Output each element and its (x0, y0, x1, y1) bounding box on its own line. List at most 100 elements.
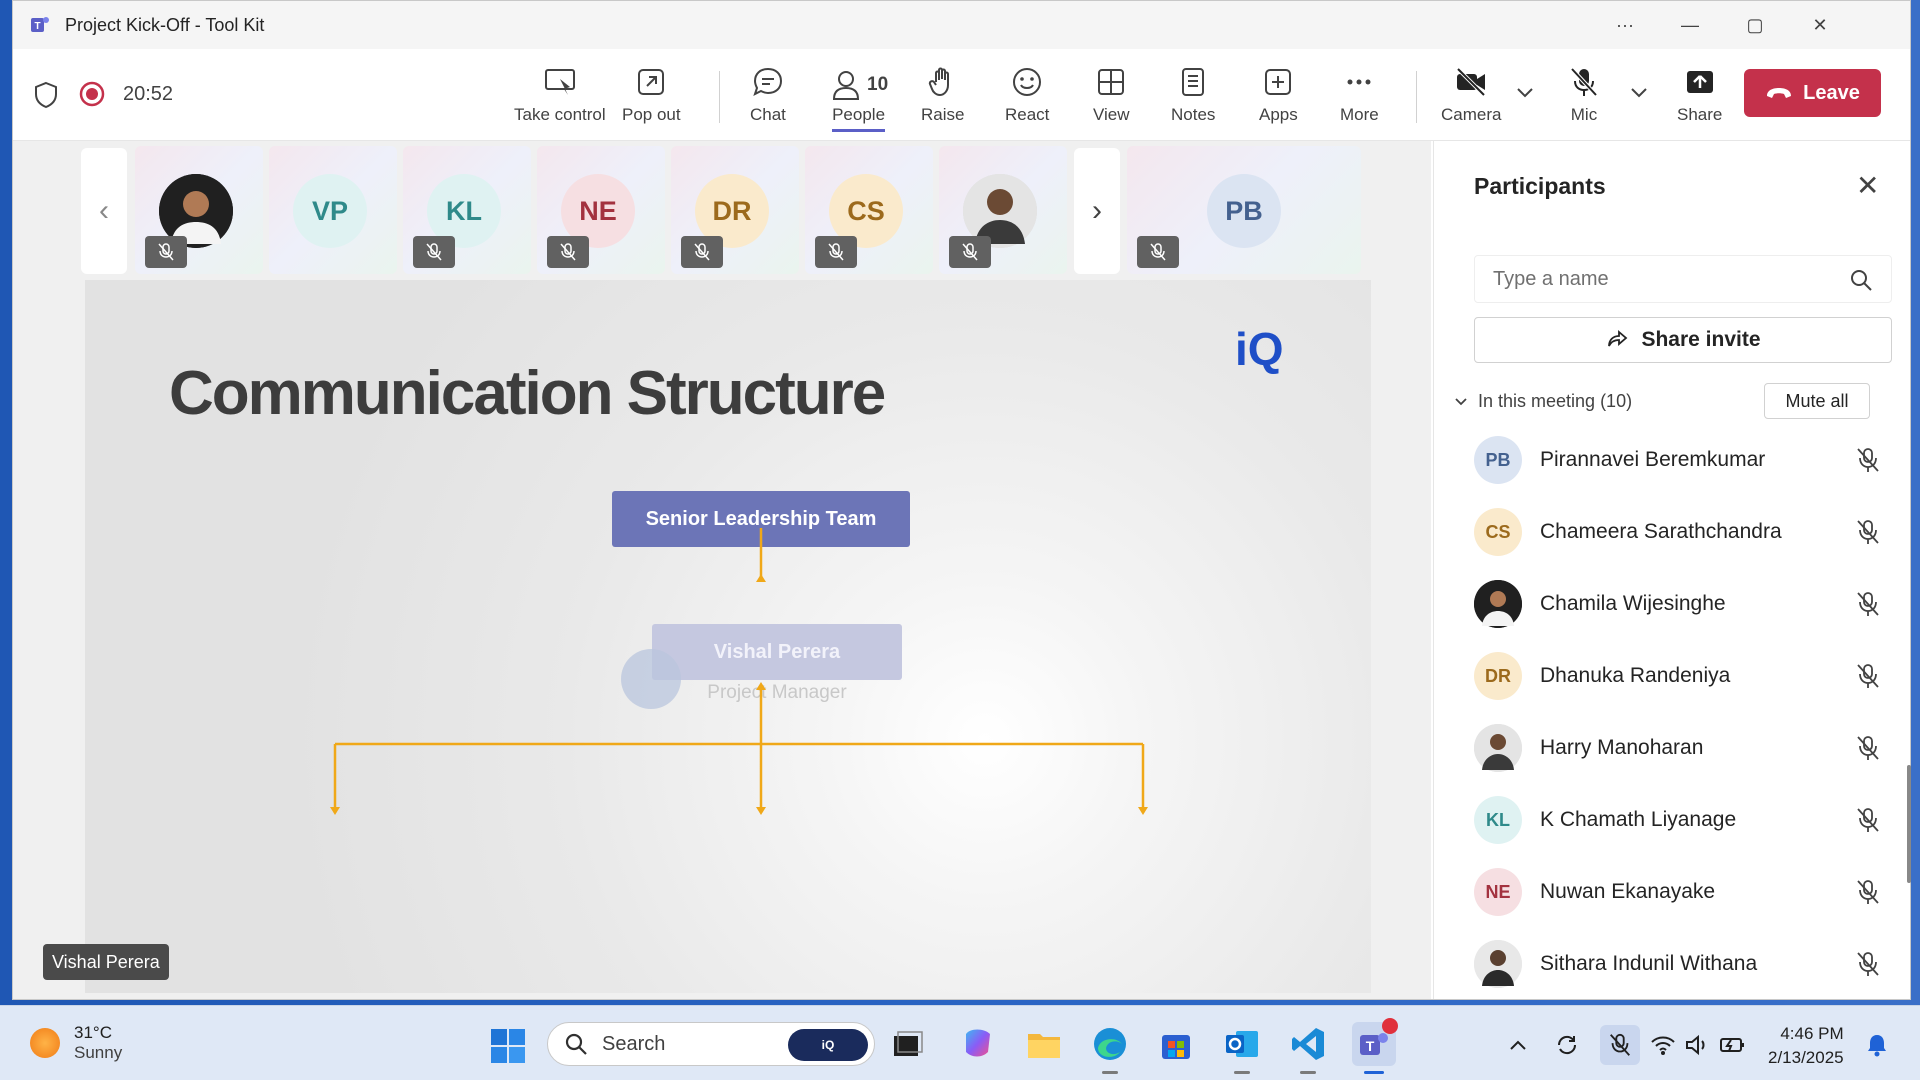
raise-hand-button[interactable]: Raise (921, 65, 964, 125)
mic-off-icon[interactable] (1854, 662, 1882, 690)
strip-next-button[interactable]: › (1074, 148, 1120, 274)
more-button[interactable]: More (1340, 65, 1379, 125)
pop-out-button[interactable]: Pop out (622, 65, 681, 125)
meeting-toolbar: 20:52 Take control Pop out Chat 10 Peopl… (13, 49, 1910, 141)
show-hidden-icons-button[interactable] (1503, 1030, 1533, 1060)
minimize-button[interactable]: — (1668, 9, 1712, 41)
outlook-app[interactable] (1220, 1022, 1264, 1074)
chevron-up-icon (1510, 1040, 1526, 1050)
participant-row[interactable]: Harry Manoharan (1474, 719, 1894, 777)
mic-off-icon[interactable] (1854, 446, 1882, 474)
mic-off-icon (1610, 1033, 1630, 1056)
in-meeting-section-toggle[interactable]: In this meeting (10) (1454, 391, 1632, 412)
avatar: CS (1474, 508, 1522, 556)
outlook-icon (1226, 1031, 1258, 1057)
featured-participant-tile[interactable]: PB (1127, 146, 1361, 274)
file-explorer-app[interactable] (1022, 1022, 1066, 1066)
running-indicator (1234, 1071, 1250, 1074)
maximize-button[interactable]: ▢ (1733, 9, 1777, 41)
view-button[interactable]: View (1093, 65, 1130, 125)
vscode-app[interactable] (1286, 1022, 1330, 1074)
weather-widget[interactable]: 31°C Sunny (30, 1023, 122, 1063)
participant-row[interactable]: Chamila Wijesinghe (1474, 575, 1894, 633)
panel-scrollbar[interactable] (1907, 765, 1911, 883)
participant-tile[interactable]: VP (269, 146, 397, 274)
participant-tile[interactable]: KL (403, 146, 531, 274)
notifications-tray-icon[interactable] (1862, 1030, 1892, 1060)
connector-lines (330, 528, 1148, 815)
participant-row[interactable]: NE Nuwan Ekanayake (1474, 863, 1894, 921)
take-control-button[interactable]: Take control (514, 65, 606, 125)
mic-label: Mic (1570, 105, 1598, 124)
participant-row[interactable]: PB Pirannavei Beremkumar (1474, 431, 1894, 489)
taskbar-search[interactable]: Search iQ (547, 1022, 875, 1066)
volume-tray-icon[interactable] (1682, 1030, 1712, 1060)
shield-icon[interactable] (33, 81, 59, 109)
take-control-label: Take control (514, 105, 606, 124)
battery-tray-icon[interactable] (1718, 1030, 1748, 1060)
chat-button[interactable]: Chat (750, 65, 786, 125)
people-button[interactable]: 10 People (829, 65, 888, 132)
apps-button[interactable]: Apps (1259, 65, 1298, 125)
camera-options-chevron-icon[interactable] (1516, 87, 1534, 99)
react-button[interactable]: React (1005, 65, 1049, 125)
teams-window: T Project Kick-Off - Tool Kit ··· — ▢ ✕ … (12, 0, 1911, 1000)
participant-tile[interactable]: NE (537, 146, 665, 274)
mic-button[interactable]: Mic (1567, 65, 1601, 125)
more-dots-icon (1347, 79, 1371, 85)
muted-badge (949, 236, 991, 268)
close-panel-button[interactable]: ✕ (1856, 169, 1879, 202)
participant-tile[interactable] (135, 146, 263, 274)
mic-off-icon[interactable] (1854, 878, 1882, 906)
mic-off-icon (1150, 243, 1166, 261)
mic-off-icon[interactable] (1854, 518, 1882, 546)
person-photo-icon (1474, 580, 1522, 628)
participant-row[interactable]: Sithara Indunil Withana (1474, 935, 1894, 993)
participant-name: Dhanuka Randeniya (1540, 664, 1731, 687)
mic-off-icon[interactable] (1854, 806, 1882, 834)
toolbar-divider (1416, 71, 1417, 123)
mic-tray-icon[interactable] (1600, 1025, 1640, 1065)
participant-search-input[interactable] (1493, 267, 1833, 291)
participant-tile[interactable]: DR (671, 146, 799, 274)
participant-row[interactable]: DR Dhanuka Randeniya (1474, 647, 1894, 705)
participant-row[interactable]: KL K Chamath Liyanage (1474, 791, 1894, 849)
sync-tray-icon[interactable] (1552, 1030, 1582, 1060)
m365-app[interactable] (956, 1022, 1000, 1066)
mic-off-icon[interactable] (1854, 734, 1882, 762)
store-app[interactable] (1154, 1022, 1198, 1066)
notes-button[interactable]: Notes (1171, 65, 1215, 125)
mic-options-chevron-icon[interactable] (1630, 87, 1648, 99)
camera-button[interactable]: Camera (1441, 65, 1501, 125)
window-title: Project Kick-Off - Tool Kit (65, 15, 265, 35)
window-more-button[interactable]: ··· (1603, 9, 1647, 41)
participant-name: Harry Manoharan (1540, 736, 1704, 759)
search-icon[interactable] (1849, 268, 1873, 292)
participant-row[interactable]: CS Chameera Sarathchandra (1474, 503, 1894, 561)
close-window-button[interactable]: ✕ (1798, 9, 1842, 41)
wifi-tray-icon[interactable] (1648, 1030, 1678, 1060)
share-button[interactable]: Share (1677, 65, 1722, 125)
windows-start-icon[interactable] (490, 1028, 526, 1064)
participant-name: Chamila Wijesinghe (1540, 592, 1726, 615)
edge-browser-app[interactable] (1088, 1022, 1132, 1074)
task-view-app[interactable] (886, 1022, 930, 1066)
teams-logo-icon: T (31, 17, 49, 32)
mic-off-icon[interactable] (1854, 950, 1882, 978)
smiley-icon (1013, 68, 1042, 96)
teams-app[interactable]: T (1352, 1018, 1398, 1074)
share-invite-button[interactable]: Share invite (1474, 317, 1892, 363)
mute-all-button[interactable]: Mute all (1764, 383, 1870, 419)
muted-badge (815, 236, 857, 268)
apps-label: Apps (1259, 105, 1298, 124)
participant-tile[interactable] (939, 146, 1067, 274)
camera-off-icon (1456, 67, 1486, 97)
system-clock[interactable]: 4:46 PM 2/13/2025 (1768, 1022, 1844, 1070)
volume-icon (1686, 1034, 1705, 1056)
leave-button[interactable]: Leave (1744, 69, 1881, 117)
strip-previous-button[interactable]: ‹ (81, 148, 127, 274)
shared-slide: Communication Structure iQ Senior Leader… (85, 280, 1371, 993)
react-label: React (1005, 105, 1050, 124)
mic-off-icon[interactable] (1854, 590, 1882, 618)
participant-tile[interactable]: CS (805, 146, 933, 274)
